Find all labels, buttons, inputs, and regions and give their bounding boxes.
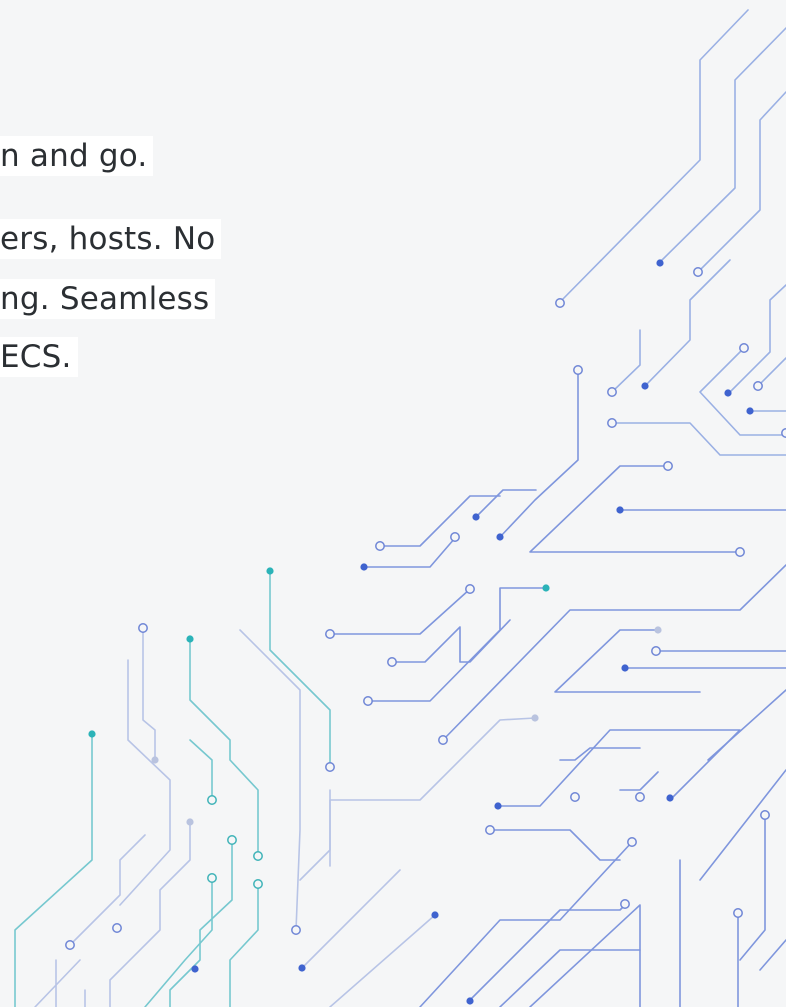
body-text-line-1: n and go.: [0, 136, 154, 176]
slide: n and go. ers, hosts. No ng. Seamless EC…: [0, 0, 786, 1007]
body-text-line-4: ECS.: [0, 337, 78, 377]
body-text-line-3: ng. Seamless: [0, 279, 216, 319]
body-text-line-2: ers, hosts. No: [0, 219, 222, 259]
